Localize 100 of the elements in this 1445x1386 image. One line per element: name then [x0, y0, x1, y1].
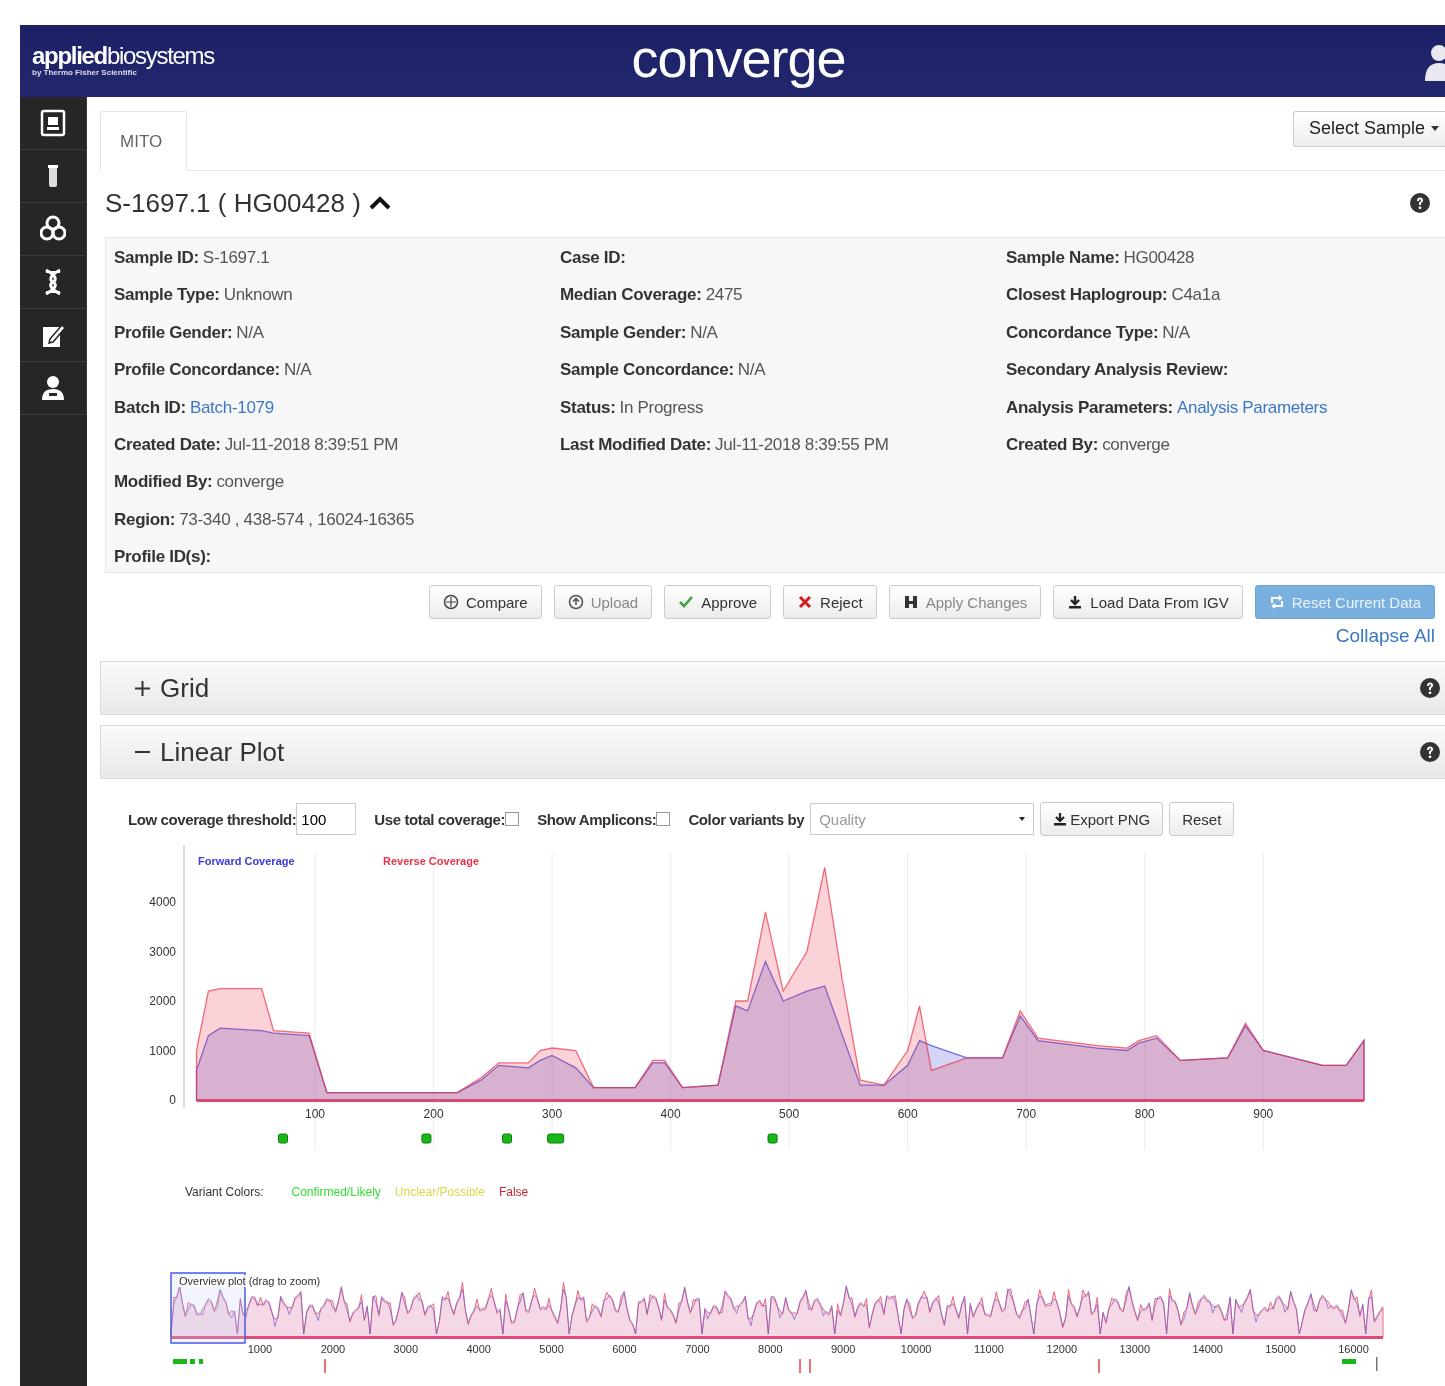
axis-tick-label: 600 — [897, 1107, 918, 1121]
axis-tick-label: 12000 — [1046, 1343, 1078, 1355]
sidebar-item[interactable] — [20, 97, 87, 150]
field-value: C4a1a — [1171, 285, 1221, 305]
field-label: Status: — [560, 397, 616, 417]
select-sample-dropdown[interactable]: Select Sample — [1292, 111, 1445, 147]
field-value: converge — [216, 472, 284, 492]
field-value: In Progress — [619, 397, 704, 417]
axis-tick-label: 3000 — [149, 944, 176, 959]
field-value: 73-340 , 438-574 , 16024-16365 — [179, 509, 415, 529]
overview-plot[interactable]: Overview plot (drag to zoom) 1000 2000 3000 4000 5000 6000 7000 8000 9000 10000 11000 12000 13000 14000 15000 16000 — [138, 1269, 1388, 1381]
caret-icon — [1019, 817, 1026, 821]
sidebar-item[interactable] — [20, 203, 87, 256]
field-label: Profile Gender: — [114, 322, 233, 342]
collapse-all-link[interactable]: Collapse All — [1335, 625, 1435, 651]
axis-tick-label: 3000 — [393, 1343, 419, 1355]
legend-title: Variant Colors: — [185, 1185, 264, 1201]
axis-tick-label: 1000 — [149, 1043, 176, 1058]
refresh-icon — [1268, 594, 1285, 610]
field-label: Modified By: — [114, 472, 213, 492]
help-icon[interactable] — [1410, 193, 1430, 213]
download-icon — [1067, 594, 1084, 610]
download-icon — [1053, 812, 1068, 826]
plus-icon — [135, 680, 150, 696]
axis-tick-label: 4000 — [466, 1343, 491, 1355]
field-label: Low coverage threshold: — [128, 810, 297, 828]
field-label: Concordance Type: — [1006, 322, 1159, 342]
sample-title: S-1697.1 ( HG00428 ) — [105, 187, 361, 219]
field-label: Analysis Parameters: — [1006, 397, 1173, 417]
field-value: HG00428 — [1123, 248, 1195, 267]
field-label: Median Coverage: — [560, 285, 702, 305]
action-button[interactable]: Load Data From IGV — [1053, 585, 1243, 619]
axis-tick-label: 16000 — [1338, 1343, 1369, 1355]
axis-tick-label: 10000 — [900, 1343, 932, 1355]
export-button[interactable]: Export PNG — [1040, 802, 1164, 836]
axis-tick-label: 8000 — [758, 1343, 783, 1355]
field-label: Show Amplicons: — [537, 810, 657, 828]
field-value: N/A — [283, 360, 312, 380]
field-value: 2475 — [705, 285, 743, 305]
sidebar-item[interactable] — [20, 362, 87, 415]
minus-icon — [135, 751, 150, 753]
action-button[interactable]: Compare — [428, 585, 542, 619]
circles-icon — [40, 215, 66, 243]
caret-up-icon[interactable] — [368, 196, 391, 210]
checkbox[interactable] — [656, 812, 671, 826]
legend-label: Reverse Coverage — [383, 855, 479, 867]
field-value: Jul-11-2018 8:39:51 PM — [224, 434, 399, 454]
axis-tick-label: 11000 — [974, 1343, 1004, 1355]
axis-tick-label: 1000 — [247, 1343, 273, 1355]
field-label: Use total coverage: — [374, 810, 506, 828]
field-label: Sample Type: — [114, 285, 220, 305]
help-icon[interactable] — [1420, 742, 1440, 762]
zoom-selection[interactable] — [170, 1272, 246, 1344]
legend-label: Forward Coverage — [198, 855, 295, 867]
field-label: Last Modified Date: — [560, 434, 712, 454]
sidebar-item[interactable] — [20, 150, 87, 203]
field-label: Created By: — [1006, 434, 1099, 454]
checkbox[interactable] — [505, 812, 520, 826]
axis-tick-label: 400 — [660, 1107, 681, 1121]
threshold-field[interactable]: 100 — [296, 803, 357, 835]
field-value: N/A — [236, 322, 264, 342]
field-label: Case ID: — [560, 248, 626, 267]
field-label: Created Date: — [114, 434, 221, 454]
field-label: Closest Haplogroup: — [1006, 285, 1168, 305]
app-title: converge — [630, 27, 847, 90]
axis-tick-label: 900 — [1253, 1107, 1274, 1121]
logo-tagline: by Thermo Fisher Scientific — [32, 68, 137, 78]
field-value: converge — [1102, 434, 1170, 454]
field-label: Profile Concordance: — [114, 360, 280, 380]
panel-header[interactable]: Linear Plot — [100, 725, 1445, 779]
action-button[interactable]: Approve — [664, 585, 772, 619]
axis-tick-label: 9000 — [830, 1343, 856, 1355]
link[interactable]: Analysis Parameters — [1176, 397, 1328, 417]
axis-tick-label: 2000 — [320, 1343, 346, 1355]
axis-tick-label: 2000 — [149, 994, 176, 1008]
logo-text: appliedbiosystems — [32, 44, 216, 68]
axis-tick-label: 700 — [1016, 1107, 1037, 1121]
user-icon — [40, 374, 66, 402]
sidebar-item[interactable] — [20, 309, 87, 362]
reset-button[interactable]: Reset — [1169, 802, 1235, 836]
field-label: Sample Gender: — [560, 322, 687, 342]
panel-title: Linear Plot — [160, 736, 285, 768]
axis-tick-label: 200 — [423, 1107, 444, 1121]
field-label: Color variants by — [688, 810, 805, 828]
axis-tick-label: 7000 — [685, 1343, 710, 1355]
check-icon — [678, 594, 695, 610]
caret-icon — [1431, 126, 1439, 131]
sidebar-item[interactable] — [20, 256, 87, 309]
close-icon — [797, 594, 814, 610]
document-icon — [40, 109, 66, 137]
field-value: Jul-11-2018 8:39:55 PM — [715, 434, 889, 454]
legend-label: Confirmed/Likely — [291, 1185, 381, 1201]
axis-tick-label: 15000 — [1265, 1343, 1296, 1355]
link[interactable]: Batch-1079 — [189, 397, 274, 417]
help-icon[interactable] — [1420, 678, 1440, 698]
action-button[interactable]: Reject — [783, 585, 877, 619]
field-label: Batch ID: — [114, 397, 186, 417]
field-label: Sample Name: — [1006, 248, 1120, 267]
tab[interactable]: MITO — [100, 111, 187, 171]
panel-header[interactable]: Grid — [100, 661, 1445, 715]
